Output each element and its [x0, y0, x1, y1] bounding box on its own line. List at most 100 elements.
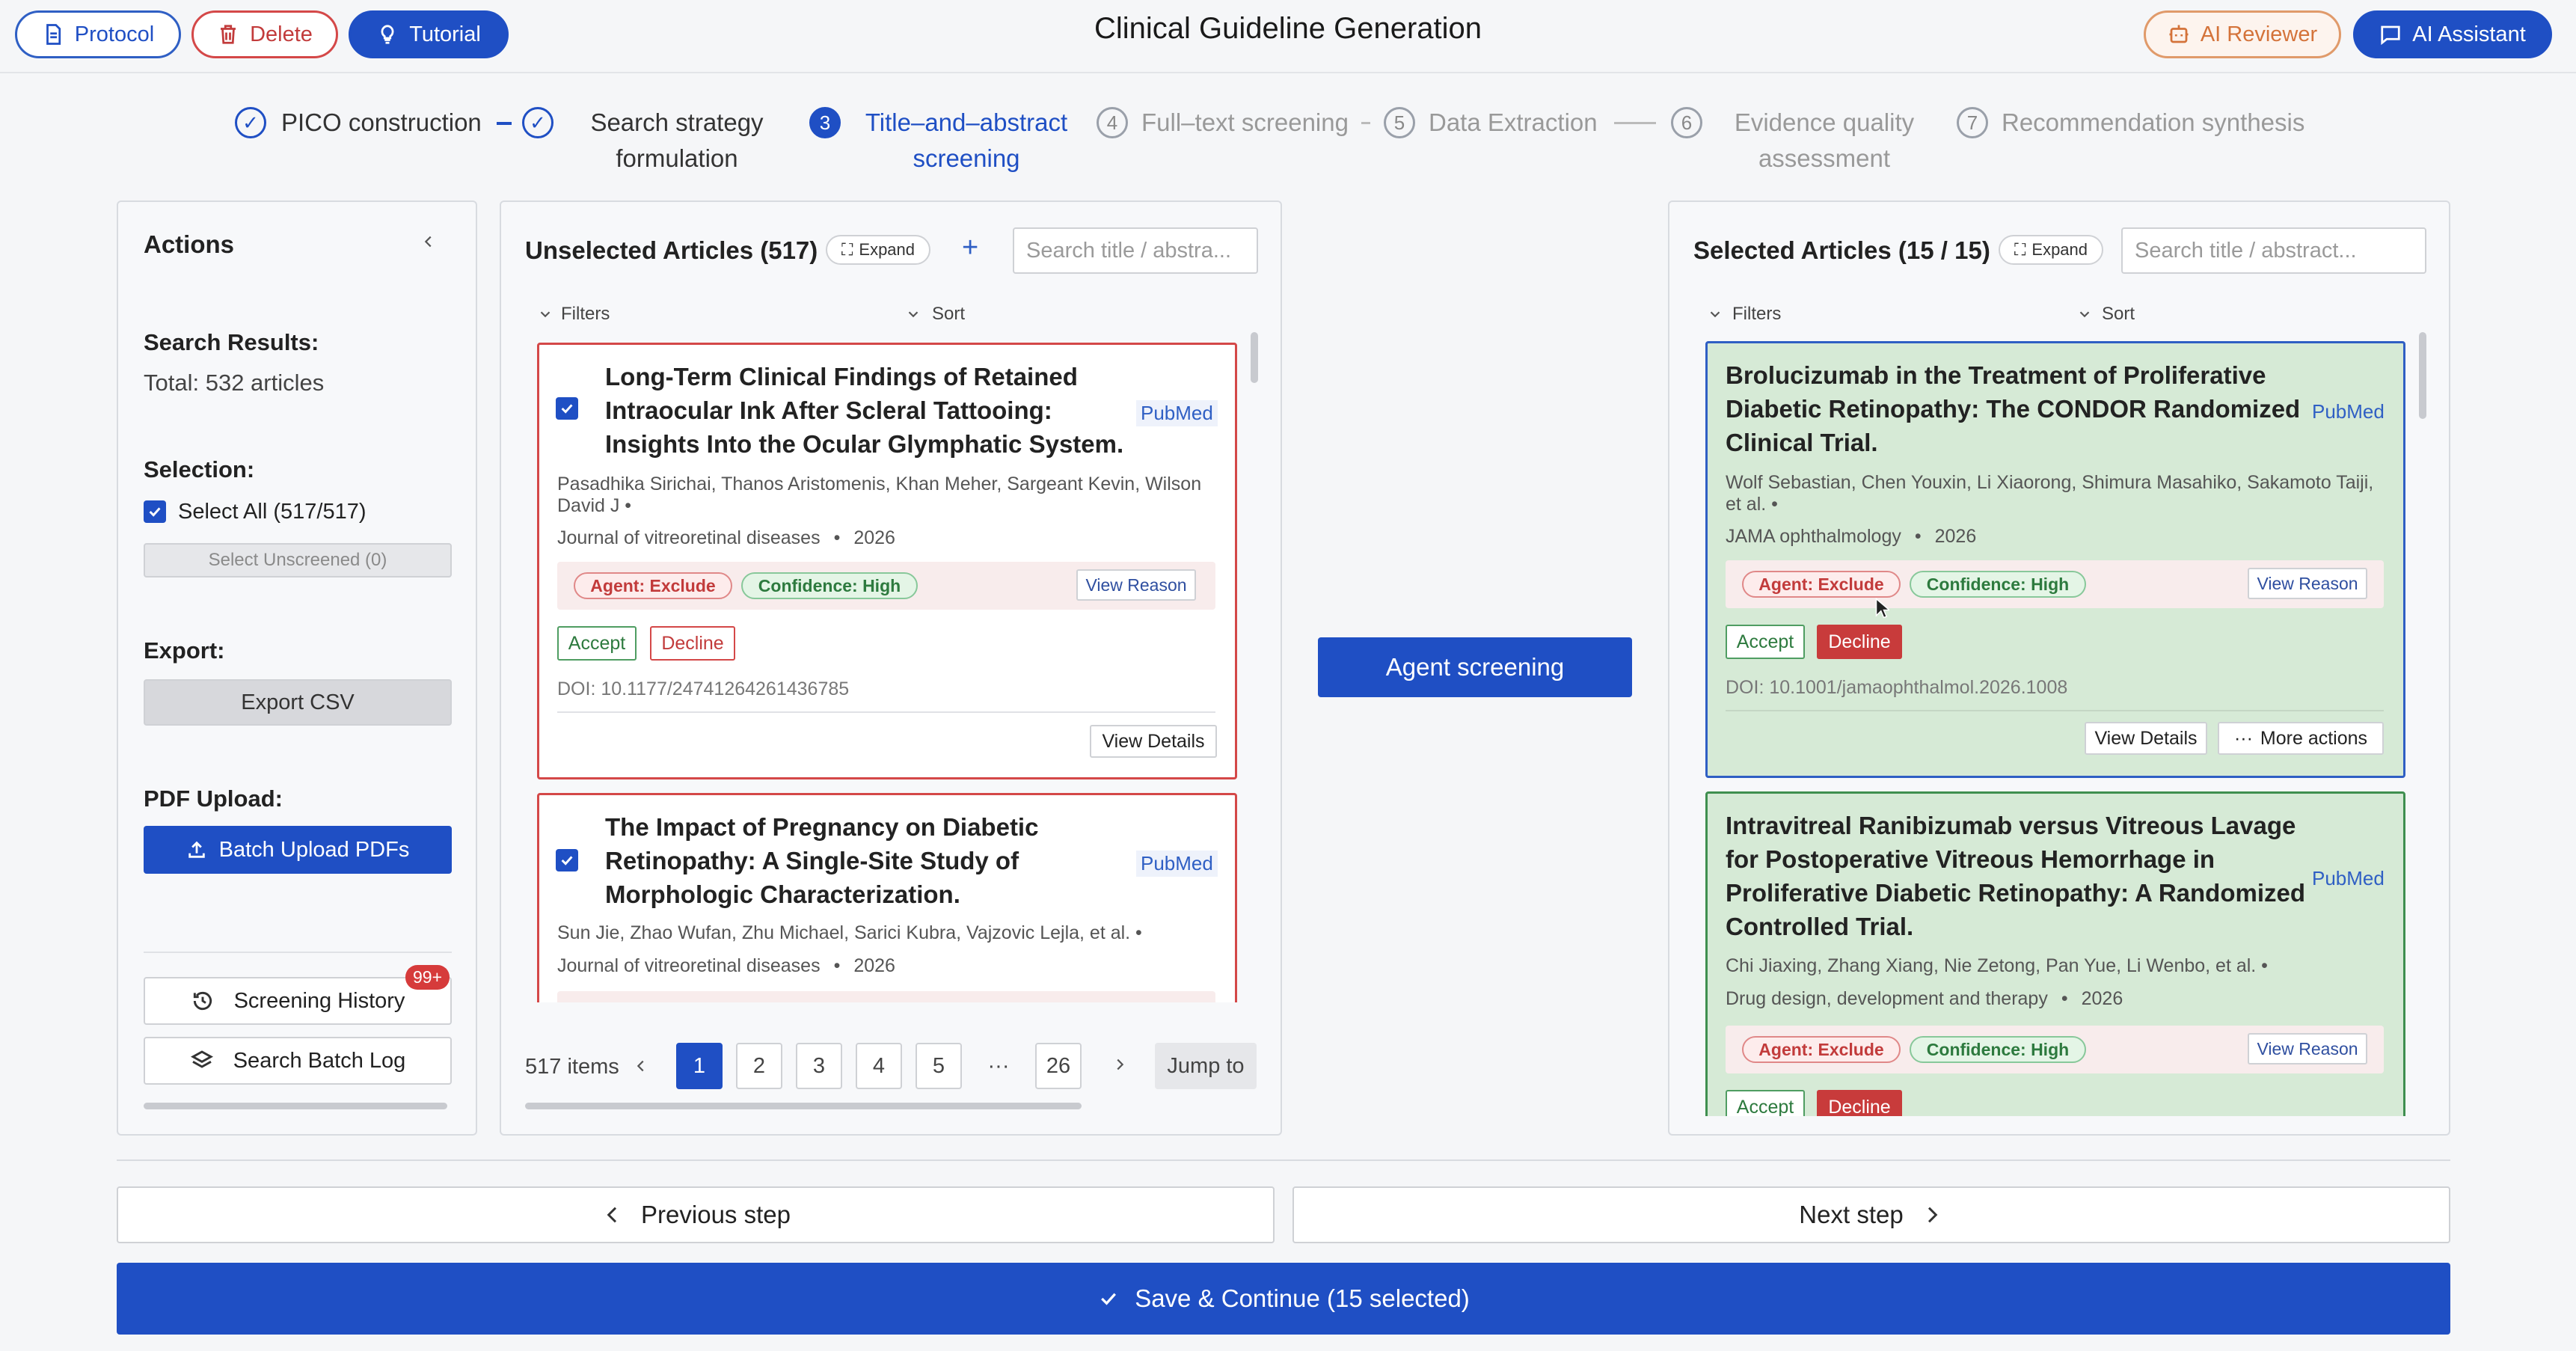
check-icon: ✓	[522, 107, 553, 138]
unselected-search-input[interactable]	[1013, 227, 1258, 274]
accept-button[interactable]: Accept	[1726, 1090, 1805, 1116]
list-scrollbar[interactable]	[1251, 332, 1258, 383]
page-4-button[interactable]: 4	[856, 1043, 902, 1089]
accept-button[interactable]: Accept	[1726, 625, 1805, 659]
selection-label: Selection:	[144, 456, 255, 482]
ai-reviewer-button[interactable]: AI Reviewer	[2144, 10, 2341, 58]
article-title[interactable]: Brolucizumab in the Treatment of Prolife…	[1726, 358, 2309, 459]
article-card[interactable]: Intravitreal Ranibizumab versus Vitreous…	[1705, 791, 2405, 1116]
page-3-button[interactable]: 3	[796, 1043, 842, 1089]
mouse-cursor-icon	[1875, 597, 1889, 619]
upload-icon	[188, 841, 205, 858]
check-icon	[1101, 1293, 1117, 1305]
decline-button[interactable]: Decline	[1817, 1090, 1902, 1116]
article-doi[interactable]: DOI: 10.1001/jamaophthalmol.2026.1008	[1726, 677, 2067, 699]
next-page-icon[interactable]	[1111, 1056, 1128, 1076]
pagination-scrollbar[interactable]	[525, 1103, 1082, 1109]
article-authors: Sun Jie, Zhao Wufan, Zhu Michael, Sarici…	[557, 922, 1142, 943]
robot-icon	[2169, 25, 2189, 43]
view-details-button[interactable]: View Details	[1090, 725, 1217, 758]
page-1-button[interactable]: 1	[676, 1043, 723, 1089]
sort-chevron-icon[interactable]	[2076, 306, 2093, 326]
select-all-checkbox[interactable]	[144, 500, 166, 523]
prev-page-icon[interactable]	[633, 1058, 649, 1078]
filters-chevron-icon[interactable]	[537, 306, 553, 326]
select-all-label: Select All (517/517)	[178, 500, 367, 524]
article-title[interactable]: Long-Term Clinical Findings of Retained …	[605, 360, 1129, 461]
article-title[interactable]: Intravitreal Ranibizumab versus Vitreous…	[1726, 809, 2309, 943]
header-divider	[0, 72, 2576, 73]
add-icon[interactable]: +	[962, 232, 978, 264]
sort-toggle[interactable]: Sort	[932, 304, 965, 325]
lightbulb-icon	[381, 25, 394, 44]
chat-icon	[2381, 25, 2400, 46]
article-checkbox[interactable]	[556, 849, 578, 871]
filters-chevron-icon[interactable]	[1707, 306, 1723, 326]
article-checkbox[interactable]	[556, 397, 578, 420]
article-doi[interactable]: DOI: 10.1177/24741264261436785	[557, 678, 849, 700]
previous-step-button[interactable]: Previous step	[117, 1186, 1275, 1243]
jump-to-input[interactable]: Jump to	[1155, 1043, 1257, 1089]
article-card[interactable]: The Impact of Pregnancy on Diabetic Reti…	[537, 793, 1237, 1002]
agent-exclude-tag: Agent: Exclude	[1742, 1036, 1901, 1063]
collapse-icon[interactable]	[420, 233, 437, 254]
selected-search-input[interactable]	[2121, 227, 2426, 274]
source-badge: PubMed	[1136, 400, 1218, 426]
expand-icon: ⛶	[841, 240, 853, 259]
export-csv-button[interactable]: Export CSV	[144, 679, 452, 726]
export-label: Export:	[144, 637, 225, 664]
source-badge: PubMed	[2312, 400, 2385, 423]
page-2-button[interactable]: 2	[736, 1043, 782, 1089]
article-list-clip: Intravitreal Ranibizumab versus Vitreous…	[1705, 791, 2405, 1116]
screening-history-button[interactable]: Screening History	[144, 977, 452, 1025]
layers-icon	[190, 1050, 213, 1068]
tutorial-button[interactable]: Tutorial	[349, 10, 509, 58]
next-step-button[interactable]: Next step	[1292, 1186, 2450, 1243]
filters-toggle[interactable]: Filters	[561, 304, 610, 325]
accept-button[interactable]: Accept	[557, 626, 637, 661]
pdf-upload-label: PDF Upload:	[144, 785, 283, 812]
batch-upload-button[interactable]: Batch Upload PDFs	[144, 826, 452, 874]
protocol-button[interactable]: Protocol	[15, 10, 181, 58]
article-journal: JAMA ophthalmology • 2026	[1726, 526, 1977, 547]
unselected-title: Unselected Articles (517)	[525, 236, 818, 264]
search-batch-log-button[interactable]: Search Batch Log	[144, 1037, 452, 1085]
filters-toggle[interactable]: Filters	[1732, 304, 1781, 325]
save-continue-button[interactable]: Save & Continue (15 selected)	[117, 1263, 2450, 1335]
agent-exclude-tag: Agent: Exclude	[574, 572, 732, 599]
agent-screening-button[interactable]: Agent screening	[1318, 637, 1632, 697]
select-unscreened-button[interactable]: Select Unscreened (0)	[144, 543, 452, 578]
ai-assistant-button[interactable]: AI Assistant	[2353, 10, 2552, 58]
actions-scrollbar[interactable]	[144, 1103, 447, 1109]
decline-button[interactable]: Decline	[650, 626, 735, 661]
confidence-tag: Confidence: High	[1910, 571, 2086, 598]
expand-button[interactable]: ⛶ Expand	[1999, 235, 2103, 265]
view-reason-button[interactable]: View Reason	[2248, 1033, 2367, 1064]
unselected-panel: Unselected Articles (517) ⛶Expand + Filt…	[500, 200, 1282, 1136]
sort-chevron-icon[interactable]	[905, 306, 921, 326]
page-5-button[interactable]: 5	[916, 1043, 962, 1089]
view-reason-button[interactable]: View Reason	[1076, 569, 1196, 601]
actions-panel: Actions Search Results: Total: 532 artic…	[117, 200, 477, 1136]
selected-panel: Selected Articles (15 / 15) ⛶Expand Filt…	[1668, 200, 2450, 1136]
chevron-right-icon	[1928, 1207, 1938, 1223]
source-badge: PubMed	[2312, 867, 2385, 889]
divider	[557, 711, 1215, 713]
view-details-button[interactable]: View Details	[2085, 722, 2207, 755]
list-scrollbar[interactable]	[2419, 332, 2426, 419]
decline-button[interactable]: Decline	[1817, 625, 1902, 659]
article-authors: Chi Jiaxing, Zhang Xiang, Nie Zetong, Pa…	[1726, 955, 2268, 976]
page-26-button[interactable]: 26	[1035, 1043, 1082, 1089]
delete-button[interactable]: Delete	[191, 10, 338, 58]
article-card[interactable]: Long-Term Clinical Findings of Retained …	[537, 343, 1237, 779]
article-card[interactable]: Brolucizumab in the Treatment of Prolife…	[1705, 341, 2405, 778]
sort-toggle[interactable]: Sort	[2102, 304, 2135, 325]
page-ellipsis[interactable]: ···	[975, 1043, 1022, 1089]
confidence-tag: Confidence: High	[1910, 1036, 2086, 1063]
view-reason-button[interactable]: View Reason	[2248, 568, 2367, 599]
search-results-label: Search Results:	[144, 329, 319, 355]
more-actions-button[interactable]: ··· More actions	[2218, 722, 2384, 755]
expand-button[interactable]: ⛶ Expand	[826, 235, 930, 265]
article-authors: Wolf Sebastian, Chen Youxin, Li Xiaorong…	[1726, 472, 2374, 515]
article-title[interactable]: The Impact of Pregnancy on Diabetic Reti…	[605, 810, 1129, 911]
